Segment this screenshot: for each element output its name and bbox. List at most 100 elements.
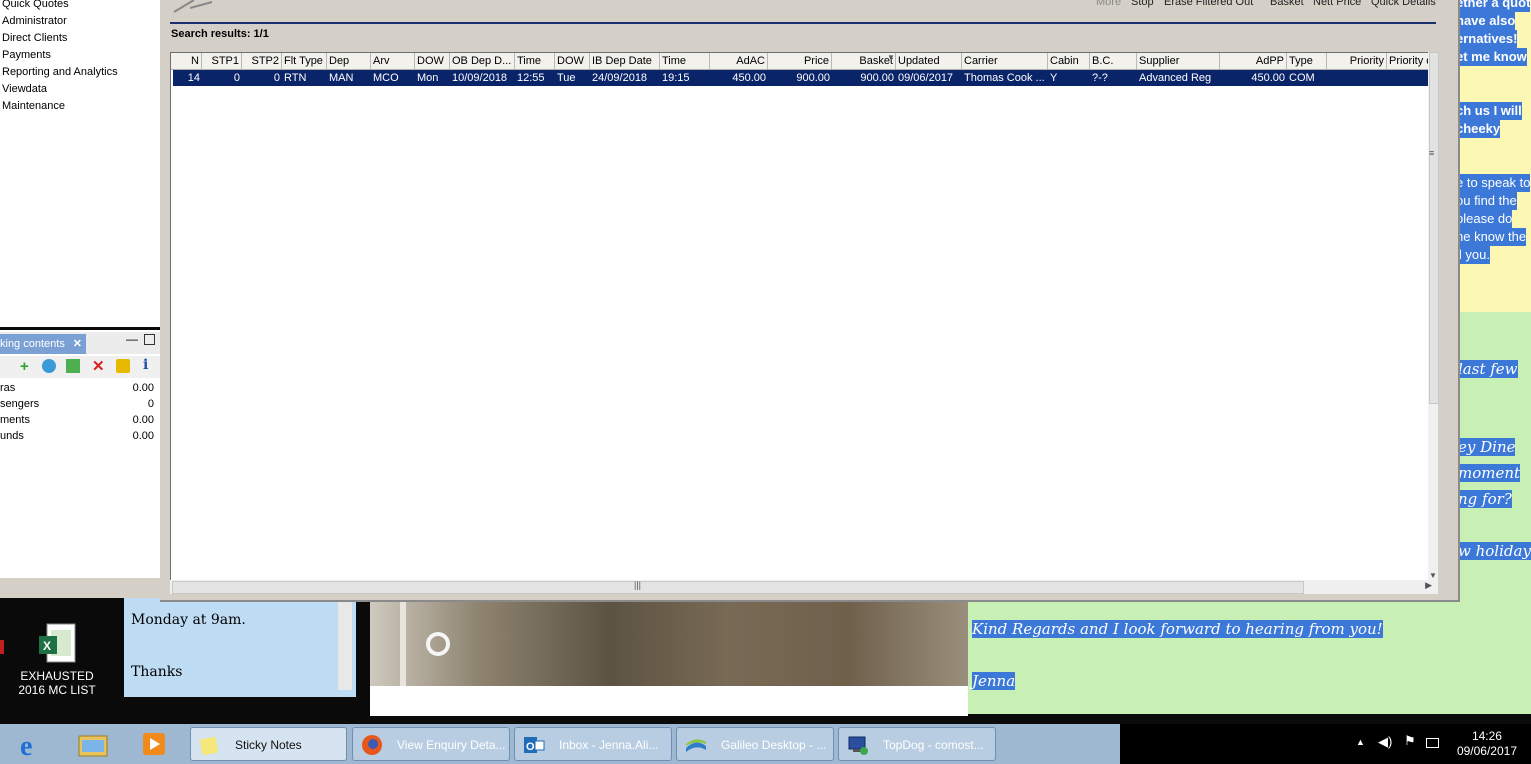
add-icon[interactable]: +	[20, 358, 29, 375]
network-icon[interactable]	[1426, 738, 1439, 748]
internet-explorer-icon[interactable]: e	[16, 728, 50, 760]
column-header[interactable]: Time	[660, 53, 710, 69]
sticky-scrollbar[interactable]	[338, 598, 352, 690]
minimize-icon[interactable]: —	[126, 332, 138, 346]
fence-hook-icon	[400, 598, 450, 686]
column-header[interactable]: N	[171, 53, 202, 69]
sticky-notes-icon	[199, 736, 219, 756]
table-row[interactable]: 14 0 0 RTN MAN MCO Mon 10/09/2018 12:55 …	[173, 70, 1435, 86]
sticky-line: ernatives!	[1456, 30, 1518, 48]
taskbar-clock[interactable]: 14:26 09/06/2017	[1457, 729, 1517, 759]
holiday-icon[interactable]	[116, 359, 130, 373]
toolbar-stop-button[interactable]: Stop	[1131, 0, 1154, 8]
svg-text:O: O	[526, 741, 535, 753]
clock-time: 14:26	[1471, 729, 1502, 743]
toolbar-divider	[170, 22, 1436, 24]
action-center-flag-icon[interactable]: ⚑	[1404, 733, 1416, 749]
grid-header: N STP1 STP2 Flt Type Dep Arv DOW OB Dep …	[171, 53, 1437, 70]
nav-item-payments[interactable]: Payments	[2, 49, 51, 61]
column-header[interactable]: Cabin	[1048, 53, 1090, 69]
toolbar-basket-button[interactable]: Basket	[1270, 0, 1304, 8]
basket-add-icon[interactable]	[66, 359, 80, 373]
column-header[interactable]: Dep	[327, 53, 371, 69]
column-header[interactable]: Carrier	[962, 53, 1048, 69]
column-header[interactable]: B.C.	[1090, 53, 1137, 69]
grid-horizontal-scrollbar[interactable]: ||| ▶	[170, 580, 1438, 594]
galileo-icon	[686, 739, 706, 752]
basket-row-label: unds	[0, 430, 24, 442]
column-header[interactable]: AdPP	[1220, 53, 1287, 69]
column-header[interactable]: Arv	[371, 53, 415, 69]
firefox-icon	[362, 735, 382, 755]
column-header[interactable]: STP1	[202, 53, 242, 69]
basket-row-label: ments	[0, 414, 30, 426]
toolbar-nett-price-button[interactable]: Nett Price	[1313, 0, 1361, 8]
tab-basket-contents[interactable]: king contents ✕	[0, 334, 86, 354]
sticky-note-blue[interactable]: Monday at 9am. Thanks	[124, 598, 356, 697]
taskbar-firefox[interactable]: View Enquiry Deta...	[352, 727, 510, 761]
grid-vertical-scrollbar[interactable]: ≡ ▼	[1428, 52, 1439, 580]
table-cell: COM	[1289, 72, 1315, 84]
refresh-icon[interactable]	[42, 359, 56, 373]
search-results-window: More Stop Erase Filtered Out Basket Nett…	[160, 0, 1460, 602]
nav-item-direct-clients[interactable]: Direct Clients	[2, 32, 67, 44]
column-header[interactable]: OB Dep D...	[450, 53, 515, 69]
sticky-note-yellow[interactable]: ether a quot have also ernatives! et me …	[1452, 0, 1531, 312]
outlook-icon: O	[524, 737, 545, 753]
media-player-icon[interactable]	[138, 728, 172, 760]
nav-item-viewdata[interactable]: Viewdata	[2, 83, 47, 95]
scrollbar-thumb[interactable]	[1429, 52, 1439, 404]
column-header[interactable]: AdAC	[710, 53, 768, 69]
basket-row-label: ras	[0, 382, 16, 394]
volume-icon[interactable]: ◀)	[1378, 734, 1392, 750]
close-icon[interactable]: ✕	[73, 334, 82, 354]
grip-icon: ≡	[1429, 148, 1435, 158]
taskbar-outlook[interactable]: O Inbox - Jenna.Ali...	[514, 727, 672, 761]
sticky-signature: Jenna	[972, 672, 1016, 690]
file-explorer-icon[interactable]	[76, 728, 110, 760]
remote-desktop-icon	[848, 736, 868, 755]
column-header[interactable]: Type	[1287, 53, 1327, 69]
column-header[interactable]: Flt Type	[282, 53, 327, 69]
table-cell: 0	[273, 72, 280, 84]
sort-desc-icon: ▼	[887, 53, 895, 62]
column-header[interactable]: DOW	[415, 53, 450, 69]
toolbar-logo-icon	[173, 0, 213, 13]
nav-item-quick-quotes[interactable]: Quick Quotes	[2, 0, 69, 10]
table-cell: Mon	[417, 72, 439, 84]
taskbar-label: TopDog - comost...	[883, 738, 984, 752]
nav-item-maintenance[interactable]: Maintenance	[2, 100, 65, 112]
nav-item-reporting[interactable]: Reporting and Analytics	[2, 66, 118, 78]
column-header[interactable]: DOW	[555, 53, 590, 69]
taskbar-label: Sticky Notes	[235, 738, 302, 752]
toolbar-erase-filtered-button[interactable]: Erase Filtered Out	[1164, 0, 1253, 8]
toolbar-more-button[interactable]: More	[1096, 0, 1121, 8]
desktop-icon-excel[interactable]: X EXHAUSTED 2016 MC LIST	[14, 622, 100, 697]
column-header[interactable]: Price	[768, 53, 832, 69]
show-hidden-icons-icon[interactable]: ▲	[1356, 737, 1365, 747]
taskbar-topdog[interactable]: TopDog - comost...	[838, 727, 996, 761]
column-header[interactable]: STP2	[242, 53, 282, 69]
table-cell: Advanced Reg	[1139, 72, 1212, 84]
scroll-right-icon[interactable]: ▶	[1425, 580, 1432, 591]
column-header[interactable]: Supplier	[1137, 53, 1220, 69]
info-icon[interactable]: i	[143, 357, 148, 373]
sticky-line: ether a quot	[1456, 0, 1531, 12]
sticky-line: w holiday	[1458, 542, 1531, 560]
toolbar-quick-details-button[interactable]: Quick Details	[1371, 0, 1436, 8]
column-header[interactable]: Updated	[896, 53, 962, 69]
column-header[interactable]: Time	[515, 53, 555, 69]
scroll-down-icon[interactable]: ▼	[1429, 571, 1437, 580]
taskbar-galileo[interactable]: Galileo Desktop - ...	[676, 727, 834, 761]
column-header[interactable]: IB Dep Date	[590, 53, 660, 69]
grip-icon: |||	[634, 580, 642, 590]
sticky-line: moment	[1458, 464, 1521, 482]
column-header[interactable]: Priority	[1327, 53, 1387, 69]
taskbar-sticky-notes[interactable]: Sticky Notes	[190, 727, 347, 761]
table-cell: 12:55	[517, 72, 545, 84]
search-results-count: Search results: 1/1	[171, 28, 269, 40]
delete-icon[interactable]: ✕	[92, 357, 105, 375]
maximize-icon[interactable]	[144, 334, 155, 345]
scrollbar-thumb[interactable]	[172, 581, 1304, 594]
nav-item-administrator[interactable]: Administrator	[2, 15, 67, 27]
